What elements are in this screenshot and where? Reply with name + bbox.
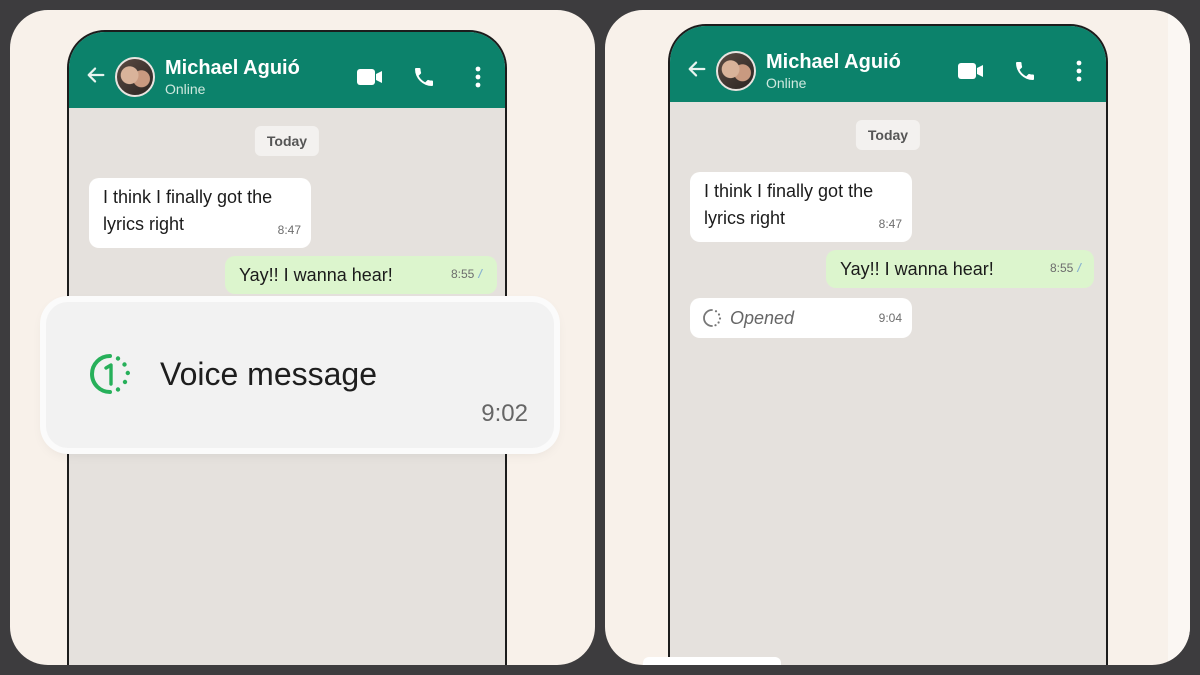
message-text: I think I finally got the lyrics right	[103, 187, 273, 234]
view-once-icon	[90, 354, 130, 394]
video-call-button[interactable]	[958, 58, 984, 84]
home-indicator	[643, 657, 781, 665]
video-call-icon	[958, 63, 983, 79]
avatar[interactable]	[115, 57, 155, 97]
edge-strip	[1168, 10, 1190, 665]
contact-name: Michael Aguió	[165, 57, 300, 79]
read-ticks-icon: //	[478, 267, 481, 281]
arrow-left-icon	[87, 67, 105, 83]
more-vertical-icon	[475, 66, 481, 88]
message-time: 8:55	[450, 267, 475, 281]
avatar[interactable]	[716, 51, 756, 91]
phone-frame: Michael Aguió Online Today I think I fin…	[668, 24, 1108, 665]
message-bubble[interactable]: Yay!! I wanna hear! 8:55//	[826, 250, 1094, 288]
message-time: 8:55	[1049, 261, 1074, 275]
chat-area: Today I think I finally got the lyrics r…	[670, 102, 1106, 665]
back-button[interactable]	[85, 64, 109, 90]
read-ticks-icon: //	[1077, 261, 1080, 275]
message-bubble[interactable]: Yay!! I wanna hear! 8:55//	[225, 256, 497, 294]
phone-icon	[1016, 62, 1034, 80]
more-vertical-icon	[1076, 60, 1082, 82]
message-bubble[interactable]: I think I finally got the lyrics right 8…	[89, 178, 311, 248]
video-call-icon	[357, 69, 382, 85]
message-text: Yay!! I wanna hear!	[239, 265, 393, 285]
chat-header: Michael Aguió Online	[69, 32, 505, 108]
voice-call-button[interactable]	[411, 64, 437, 90]
opened-message-bubble[interactable]: Opened 9:04	[690, 298, 912, 338]
message-bubble[interactable]: I think I finally got the lyrics right 8…	[690, 172, 912, 242]
voice-message-bubble[interactable]: Voice message 9:02	[46, 302, 554, 448]
left-panel: Michael Aguió Online Today I think I fin…	[10, 10, 595, 665]
right-panel: Michael Aguió Online Today I think I fin…	[605, 10, 1190, 665]
more-options-button[interactable]	[1066, 58, 1092, 84]
opened-label: Opened	[730, 307, 795, 328]
phone-icon	[415, 68, 433, 86]
message-text: I think I finally got the lyrics right	[704, 181, 874, 228]
more-options-button[interactable]	[465, 64, 491, 90]
voice-message-time: 9:02	[481, 400, 528, 427]
contact-status: Online	[766, 75, 807, 91]
voice-message-label: Voice message	[160, 356, 378, 392]
message-time: 9:04	[878, 311, 902, 325]
message-text: Yay!! I wanna hear!	[840, 259, 994, 279]
contact-info[interactable]: Michael Aguió Online	[766, 50, 901, 92]
video-call-button[interactable]	[357, 64, 383, 90]
message-time: 8:47	[277, 223, 301, 237]
contact-status: Online	[165, 81, 206, 97]
back-button[interactable]	[686, 58, 710, 84]
view-once-opened-icon	[703, 309, 722, 327]
message-meta: 8:55//	[450, 261, 481, 288]
arrow-left-icon	[688, 61, 706, 77]
voice-call-button[interactable]	[1012, 58, 1038, 84]
message-meta: 8:55//	[1049, 255, 1080, 282]
date-chip: Today	[855, 120, 921, 150]
message-time: 8:47	[878, 217, 902, 231]
chat-header: Michael Aguió Online	[670, 26, 1106, 102]
contact-info[interactable]: Michael Aguió Online	[165, 56, 300, 98]
contact-name: Michael Aguió	[766, 51, 901, 73]
date-chip: Today	[254, 126, 320, 156]
